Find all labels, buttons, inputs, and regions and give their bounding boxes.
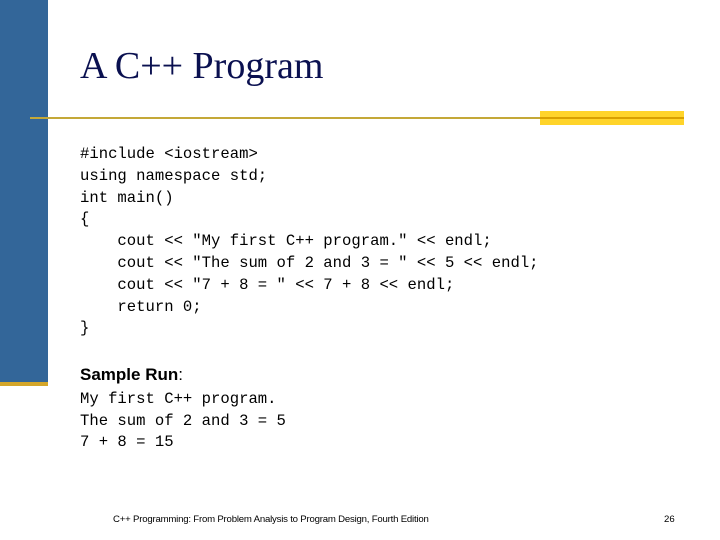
page-number: 26 <box>664 514 675 525</box>
slide-title: A C++ Program <box>80 45 324 87</box>
sidebar-accent-strip <box>0 382 48 386</box>
code-line: int main() <box>80 188 174 207</box>
sidebar-decoration <box>0 0 48 382</box>
code-line: cout << "My first C++ program." << endl; <box>80 232 492 251</box>
sample-output-block: My first C++ program. The sum of 2 and 3 … <box>80 389 286 454</box>
slide-footer: C++ Programming: From Problem Analysis t… <box>113 514 429 525</box>
code-line: cout << "The sum of 2 and 3 = " << 5 << … <box>80 253 539 272</box>
sample-run-colon: : <box>178 365 183 384</box>
code-line: using namespace std; <box>80 166 268 185</box>
sample-run-heading: Sample Run: <box>80 365 183 385</box>
code-block: #include <iostream> using namespace std; i… <box>80 144 539 340</box>
code-line: cout << "7 + 8 = " << 7 + 8 << endl; <box>80 275 455 294</box>
code-line: { <box>80 210 90 229</box>
code-line: #include <iostream> <box>80 145 258 163</box>
title-underline <box>30 117 542 119</box>
output-line: 7 + 8 = 15 <box>80 433 174 452</box>
sample-run-label: Sample Run <box>80 365 179 384</box>
code-line: return 0; <box>80 297 202 316</box>
output-line: The sum of 2 and 3 = 5 <box>80 411 286 430</box>
output-line: My first C++ program. <box>80 390 277 408</box>
code-line: } <box>80 319 90 338</box>
title-highlight-line <box>540 117 684 119</box>
